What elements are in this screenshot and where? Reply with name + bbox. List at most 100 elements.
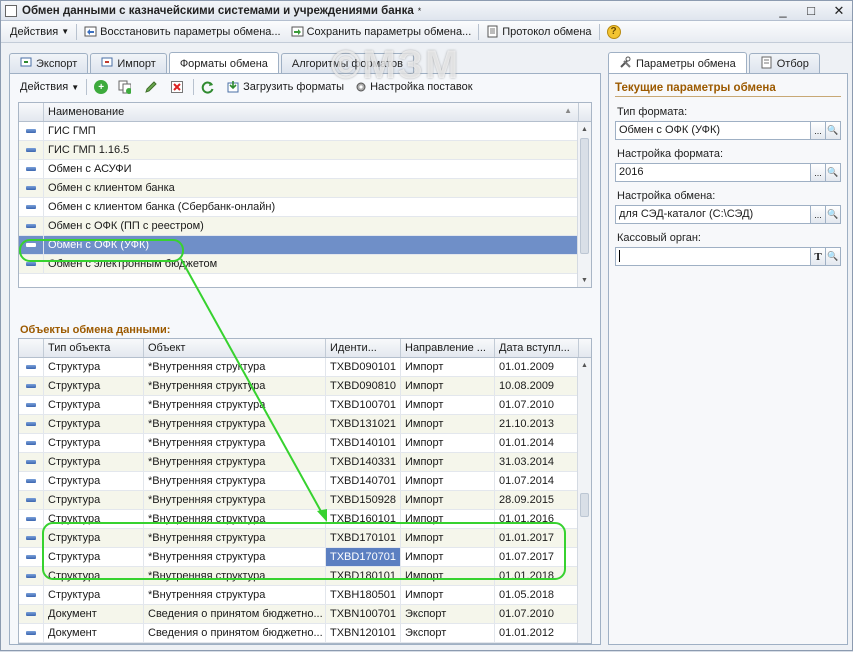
item-marker-icon — [26, 517, 36, 521]
exchange-log-button[interactable]: Протокол обмена — [481, 22, 596, 42]
copy-icon — [118, 80, 132, 94]
minimize-icon[interactable]: _ — [776, 3, 790, 19]
row-marker — [19, 567, 44, 585]
scroll-thumb[interactable] — [580, 493, 589, 517]
object-identifier: TXBN120312 — [326, 643, 401, 644]
scroll-down-icon[interactable]: ▼ — [578, 273, 591, 287]
header-effective-date[interactable]: Дата вступл... — [495, 339, 579, 357]
tab-formats[interactable]: Форматы обмена — [168, 52, 279, 74]
object-row[interactable]: Структура *Внутренняя структура TXBD100701… — [19, 396, 591, 415]
scroll-thumb[interactable] — [580, 138, 589, 254]
item-marker-icon — [26, 422, 36, 426]
text-edit-icon[interactable]: T — [811, 247, 826, 266]
object-row[interactable]: Структура *Внутренняя структура TXBD180101… — [19, 567, 591, 586]
restore-params-button[interactable]: Восстановить параметры обмена... — [79, 22, 285, 42]
object-row[interactable]: Структура *Внутренняя структура TXBD140701… — [19, 472, 591, 491]
format-row[interactable]: Обмен с клиентом банка (Сбербанк-онлайн) — [19, 198, 578, 217]
open-icon[interactable]: 🔍 — [826, 121, 841, 140]
row-marker — [19, 510, 44, 528]
format-settings-input[interactable]: 2016 — [615, 163, 811, 182]
object-date: 01.07.2010 — [495, 605, 579, 623]
open-icon[interactable]: 🔍 — [826, 247, 841, 266]
object-type: Структура — [44, 567, 144, 585]
row-marker — [19, 160, 44, 178]
object-row[interactable]: Структура *Внутренняя структура TXBD140101… — [19, 434, 591, 453]
pencil-icon — [144, 81, 157, 94]
format-type-input[interactable]: Обмен с ОФК (УФК) — [615, 121, 811, 140]
header-name-column[interactable]: Наименование ▲ — [44, 103, 579, 121]
object-identifier: TXBH180501 — [326, 586, 401, 604]
object-name: *Внутренняя структура — [144, 586, 326, 604]
formats-toolbar: Действия ▼ + Загрузить форматы Настройка… — [10, 74, 600, 100]
object-row[interactable]: Структура *Внутренняя структура TXBD090810… — [19, 377, 591, 396]
add-button[interactable]: + — [89, 77, 113, 97]
format-row[interactable]: Обмен с клиентом банка — [19, 179, 578, 198]
header-identifier[interactable]: Иденти... — [326, 339, 401, 357]
header-direction[interactable]: Направление ... — [401, 339, 495, 357]
tab-import[interactable]: Импорт — [90, 53, 167, 73]
scroll-up-icon[interactable]: ▲ — [578, 358, 591, 372]
params-panel: Текущие параметры обмена Тип формата: Об… — [608, 73, 848, 645]
format-row[interactable]: Обмен с ОФК (УФК) — [19, 236, 578, 255]
maximize-icon[interactable]: □ — [804, 3, 818, 19]
cash-authority-label: Кассовый орган: — [617, 232, 701, 244]
tab-export[interactable]: Экспорт — [9, 53, 89, 73]
object-name: Сведения о принятом бюджетно... — [144, 643, 326, 644]
open-icon[interactable]: 🔍 — [826, 163, 841, 182]
item-marker-icon — [26, 612, 36, 616]
object-row[interactable]: Структура *Внутренняя структура TXBD140331… — [19, 453, 591, 472]
edit-button[interactable] — [139, 77, 165, 97]
object-type: Структура — [44, 434, 144, 452]
object-date: 01.07.2014 — [495, 472, 579, 490]
tab-exchange-params[interactable]: Параметры обмена — [608, 52, 747, 74]
formats-scrollbar[interactable]: ▲ ▼ — [577, 122, 591, 287]
object-row[interactable]: Структура *Внутренняя структура TXBD131021… — [19, 415, 591, 434]
object-row[interactable]: Структура *Внутренняя структура TXBD170701… — [19, 548, 591, 567]
object-row[interactable]: Структура *Внутренняя структура TXBD170101… — [19, 529, 591, 548]
objects-list: Структура *Внутренняя структура TXBD090101… — [19, 358, 591, 644]
open-icon[interactable]: 🔍 — [826, 205, 841, 224]
header-object[interactable]: Объект — [144, 339, 326, 357]
object-row[interactable]: ДокументСведения о принятом бюджетно...T… — [19, 643, 591, 644]
close-icon[interactable]: ✕ — [832, 3, 846, 19]
select-button[interactable]: ... — [811, 205, 826, 224]
copy-button[interactable] — [113, 77, 139, 97]
object-identifier: TXBD160101 — [326, 510, 401, 528]
tab-filter[interactable]: Отбор — [748, 53, 820, 73]
header-object-type[interactable]: Тип объекта — [44, 339, 144, 357]
delivery-settings-button[interactable]: Настройка поставок — [349, 77, 477, 97]
format-row[interactable]: ГИС ГМП — [19, 122, 578, 141]
cash-authority-input[interactable] — [615, 247, 811, 266]
object-type: Структура — [44, 548, 144, 566]
object-row[interactable]: ДокументСведения о принятом бюджетно...T… — [19, 605, 591, 624]
help-button[interactable]: ? — [602, 22, 626, 42]
refresh-button[interactable] — [196, 77, 222, 97]
select-button[interactable]: ... — [811, 163, 826, 182]
tab-format-algorithms[interactable]: Алгоритмы форматов — [280, 53, 414, 73]
format-row[interactable]: Обмен с электронным бюджетом — [19, 255, 578, 274]
delete-button[interactable] — [165, 77, 191, 97]
select-button[interactable]: ... — [811, 121, 826, 140]
exchange-settings-input[interactable]: для СЭД-каталог (С:\СЭД) — [615, 205, 811, 224]
object-identifier: TXBD140701 — [326, 472, 401, 490]
format-row[interactable]: Обмен с ОФК (ПП с реестром) — [19, 217, 578, 236]
formats-actions-button[interactable]: Действия ▼ — [18, 77, 84, 97]
item-marker-icon — [26, 460, 36, 464]
object-row[interactable]: ДокументСведения о принятом бюджетно...T… — [19, 624, 591, 643]
object-identifier: TXBD150928 — [326, 491, 401, 509]
objects-scrollbar[interactable]: ▲ — [577, 358, 591, 643]
load-formats-button[interactable]: Загрузить форматы — [222, 77, 349, 97]
format-row[interactable]: Обмен с АСУФИ — [19, 160, 578, 179]
import-icon — [101, 56, 113, 71]
format-row[interactable]: ГИС ГМП 1.16.5 — [19, 141, 578, 160]
actions-menu-button[interactable]: Действия ▼ — [5, 22, 74, 42]
save-params-button[interactable]: Сохранить параметры обмена... — [286, 22, 477, 42]
filter-icon — [760, 56, 773, 72]
object-row[interactable]: Структура *Внутренняя структура TXBH180501… — [19, 586, 591, 605]
object-row[interactable]: Структура *Внутренняя структура TXBD160101… — [19, 510, 591, 529]
object-type: Структура — [44, 396, 144, 414]
object-row[interactable]: Структура *Внутренняя структура TXBD150928… — [19, 491, 591, 510]
object-row[interactable]: Структура *Внутренняя структура TXBD090101… — [19, 358, 591, 377]
scroll-up-icon[interactable]: ▲ — [578, 122, 591, 136]
restore-icon — [84, 25, 97, 38]
